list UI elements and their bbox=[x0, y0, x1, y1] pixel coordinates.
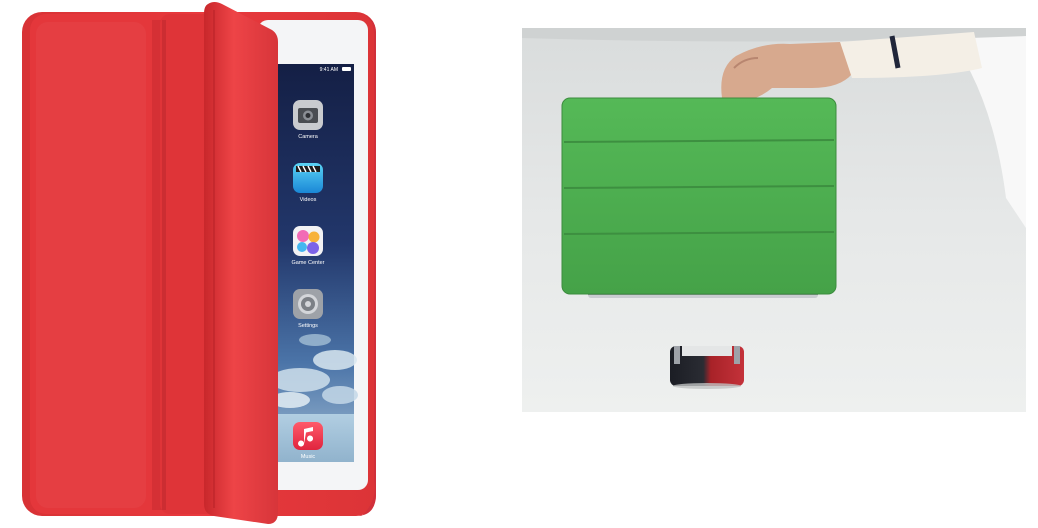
music-icon bbox=[293, 422, 323, 450]
green-smart-cover-photo bbox=[522, 28, 1026, 412]
status-time: 9:41 AM bbox=[320, 67, 338, 73]
battery-icon bbox=[342, 67, 351, 71]
app-game-center[interactable]: Game Center bbox=[291, 226, 325, 266]
ipad-home-area bbox=[274, 462, 354, 488]
cover-panel-2-crease bbox=[162, 20, 166, 510]
horseshoe-magnet bbox=[670, 346, 744, 389]
app-label-game-center: Game Center bbox=[291, 260, 324, 266]
cover-flap-lifted bbox=[204, 2, 278, 524]
game-center-icon bbox=[293, 226, 323, 256]
app-label-settings: Settings bbox=[298, 323, 318, 329]
app-label-videos: Videos bbox=[300, 197, 317, 203]
app-label-camera: Camera bbox=[298, 134, 319, 140]
ipad-red-case-photo: 9:41 AM Camera Videos Game Center Settin… bbox=[22, 2, 376, 524]
app-label-music: Music bbox=[301, 454, 316, 460]
green-smart-cover bbox=[562, 98, 836, 294]
